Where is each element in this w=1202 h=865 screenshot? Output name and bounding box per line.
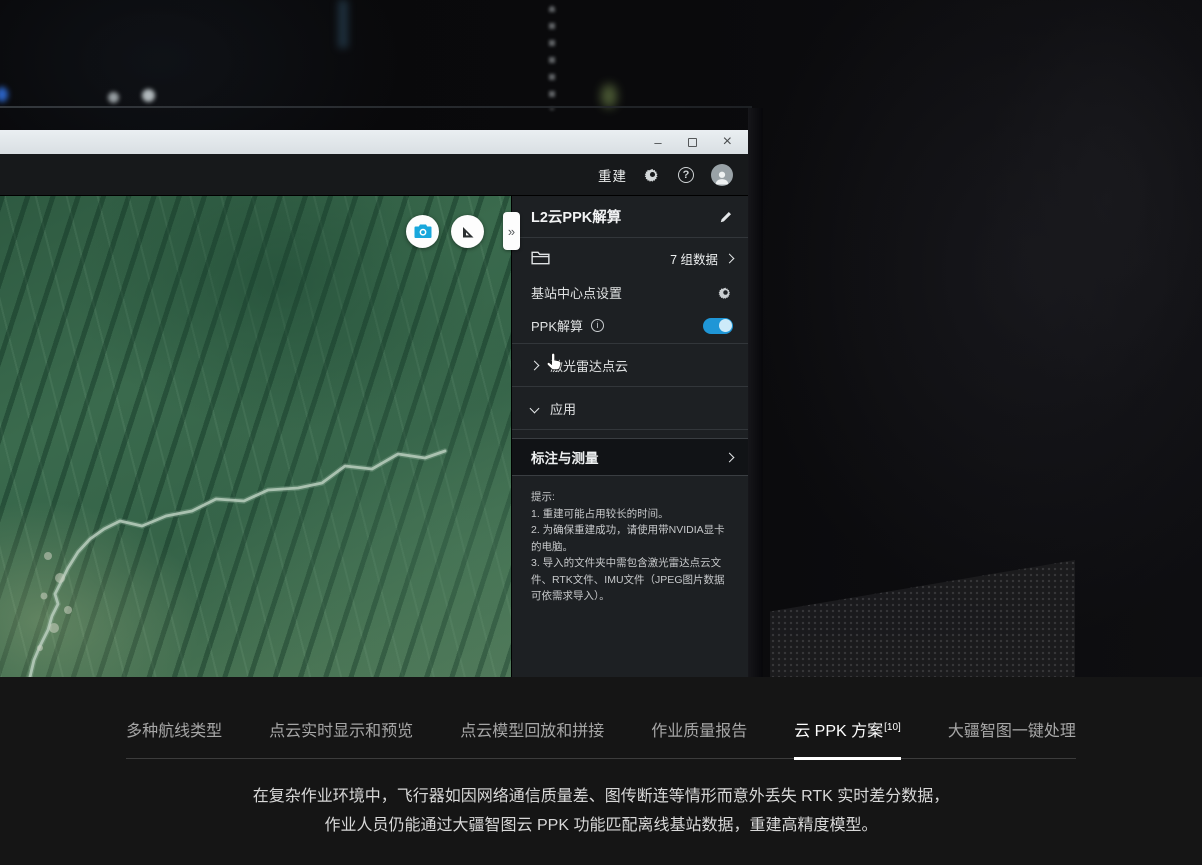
tip-line: 1. 重建可能占用较长的时间。 <box>531 506 732 523</box>
feature-description: 在复杂作业环境中，飞行器如因网络通信质量差、图传断连等情形而意外丢失 RTK 实… <box>0 782 1202 840</box>
tips-title: 提示: <box>531 489 732 506</box>
panel-header: L2云PPK解算 <box>512 196 748 238</box>
tab-cloud-ppk-label: 云 PPK 方案 <box>794 723 883 740</box>
page: – × 重建 ? <box>0 0 1202 865</box>
hand-cursor-icon <box>544 351 566 373</box>
triangle-ruler-icon <box>460 224 476 240</box>
monitor-top-edge <box>0 106 752 108</box>
window-minimize-button[interactable]: – <box>654 136 661 149</box>
chevron-right-icon <box>725 452 735 462</box>
window-maximize-button[interactable] <box>688 138 697 147</box>
tab-cloud-ppk[interactable]: 云 PPK 方案[10] <box>794 717 901 760</box>
maximize-icon <box>688 138 697 147</box>
speaker-grille <box>770 560 1075 677</box>
description-line: 作业人员仍能通过大疆智图云 PPK 功能匹配离线基站数据，重建高精度模型。 <box>325 817 878 834</box>
bokeh-light <box>108 92 119 103</box>
tab-pointcloud-live-preview[interactable]: 点云实时显示和预览 <box>269 717 413 760</box>
app-toolbar: 重建 ? <box>0 154 748 196</box>
tab-terra-one-click[interactable]: 大疆智图一键处理 <box>948 717 1076 760</box>
base-station-row[interactable]: 基站中心点设置 <box>512 276 748 308</box>
annotate-measure-row[interactable]: 标注与测量 <box>512 438 748 476</box>
info-icon[interactable]: i <box>591 319 604 332</box>
window-light-streak <box>338 0 348 48</box>
annotate-label: 标注与测量 <box>531 447 599 467</box>
monitor-right-bezel <box>748 108 763 677</box>
lidar-section-row[interactable]: 激光雷达点云 <box>512 344 748 387</box>
screenshot-camera-button[interactable] <box>406 215 439 248</box>
tab-quality-report[interactable]: 作业质量报告 <box>651 717 747 760</box>
tab-cloud-ppk-footnote: [10] <box>884 722 901 733</box>
folder-icon <box>531 250 550 266</box>
bokeh-light <box>142 89 155 102</box>
apply-section-row[interactable]: 应用 <box>512 387 748 430</box>
edit-pencil-icon[interactable] <box>719 210 733 224</box>
settings-gear-icon[interactable] <box>644 166 661 183</box>
tab-route-types[interactable]: 多种航线类型 <box>126 717 222 760</box>
side-panel: L2云PPK解算 7 组数据 <box>511 196 748 677</box>
ppk-row: PPK解算 i <box>512 308 748 344</box>
video-hero: – × 重建 ? <box>0 0 1202 677</box>
panel-title: L2云PPK解算 <box>531 206 621 227</box>
person-icon <box>713 168 731 186</box>
user-avatar[interactable] <box>711 164 733 186</box>
measure-ruler-button[interactable] <box>451 215 484 248</box>
chevron-down-icon <box>530 403 540 413</box>
monitor-screen: – × 重建 ? <box>0 130 748 677</box>
panel-collapse-handle[interactable]: » <box>503 212 520 250</box>
background-silhouette <box>930 0 1202 500</box>
window-close-button[interactable]: × <box>723 134 732 150</box>
gear-icon[interactable] <box>718 285 733 300</box>
tips-block: 提示: 1. 重建可能占用较长的时间。 2. 为确保重建成功，请使用带NVIDI… <box>512 476 748 605</box>
tip-line: 2. 为确保重建成功，请使用带NVIDIA显卡的电脑。 <box>531 522 732 555</box>
feature-nav-section: 多种航线类型 点云实时显示和预览 点云模型回放和拼接 作业质量报告 云 PPK … <box>0 677 1202 865</box>
dataset-row[interactable]: 7 组数据 <box>512 240 748 276</box>
map-toolbar <box>406 215 484 248</box>
rebuild-button[interactable]: 重建 <box>598 165 627 185</box>
app-content: » L2云PPK解算 <box>0 196 748 677</box>
feature-tabs: 多种航线类型 点云实时显示和预览 点云模型回放和拼接 作业质量报告 云 PPK … <box>126 717 1076 759</box>
chevron-right-icon <box>530 360 540 370</box>
tip-line: 3. 导入的文件夹中需包含激光雷达点云文件、RTK文件、IMU文件（JPEG图片… <box>531 555 732 605</box>
toggle-knob <box>719 319 732 332</box>
map-viewport[interactable]: » <box>0 196 511 677</box>
apply-label: 应用 <box>550 399 576 418</box>
bokeh-light-green <box>601 84 617 108</box>
chevron-right-icon <box>725 253 735 263</box>
window-titlebar: – × <box>0 130 748 154</box>
map-river <box>0 196 511 677</box>
camera-icon <box>414 224 432 239</box>
base-station-label: 基站中心点设置 <box>531 283 622 302</box>
tab-pointcloud-replay-merge[interactable]: 点云模型回放和拼接 <box>460 717 604 760</box>
ppk-toggle-on[interactable] <box>703 318 733 334</box>
description-line: 在复杂作业环境中，飞行器如因网络通信质量差、图传断连等情形而意外丢失 RTK 实… <box>253 788 950 805</box>
bokeh-light-blue <box>0 87 8 102</box>
bokeh-light-string <box>549 6 555 110</box>
double-chevron-icon: » <box>508 224 515 239</box>
help-icon[interactable]: ? <box>678 167 694 183</box>
dataset-count-label: 7 组数据 <box>670 249 718 268</box>
ppk-label: PPK解算 <box>531 316 583 335</box>
